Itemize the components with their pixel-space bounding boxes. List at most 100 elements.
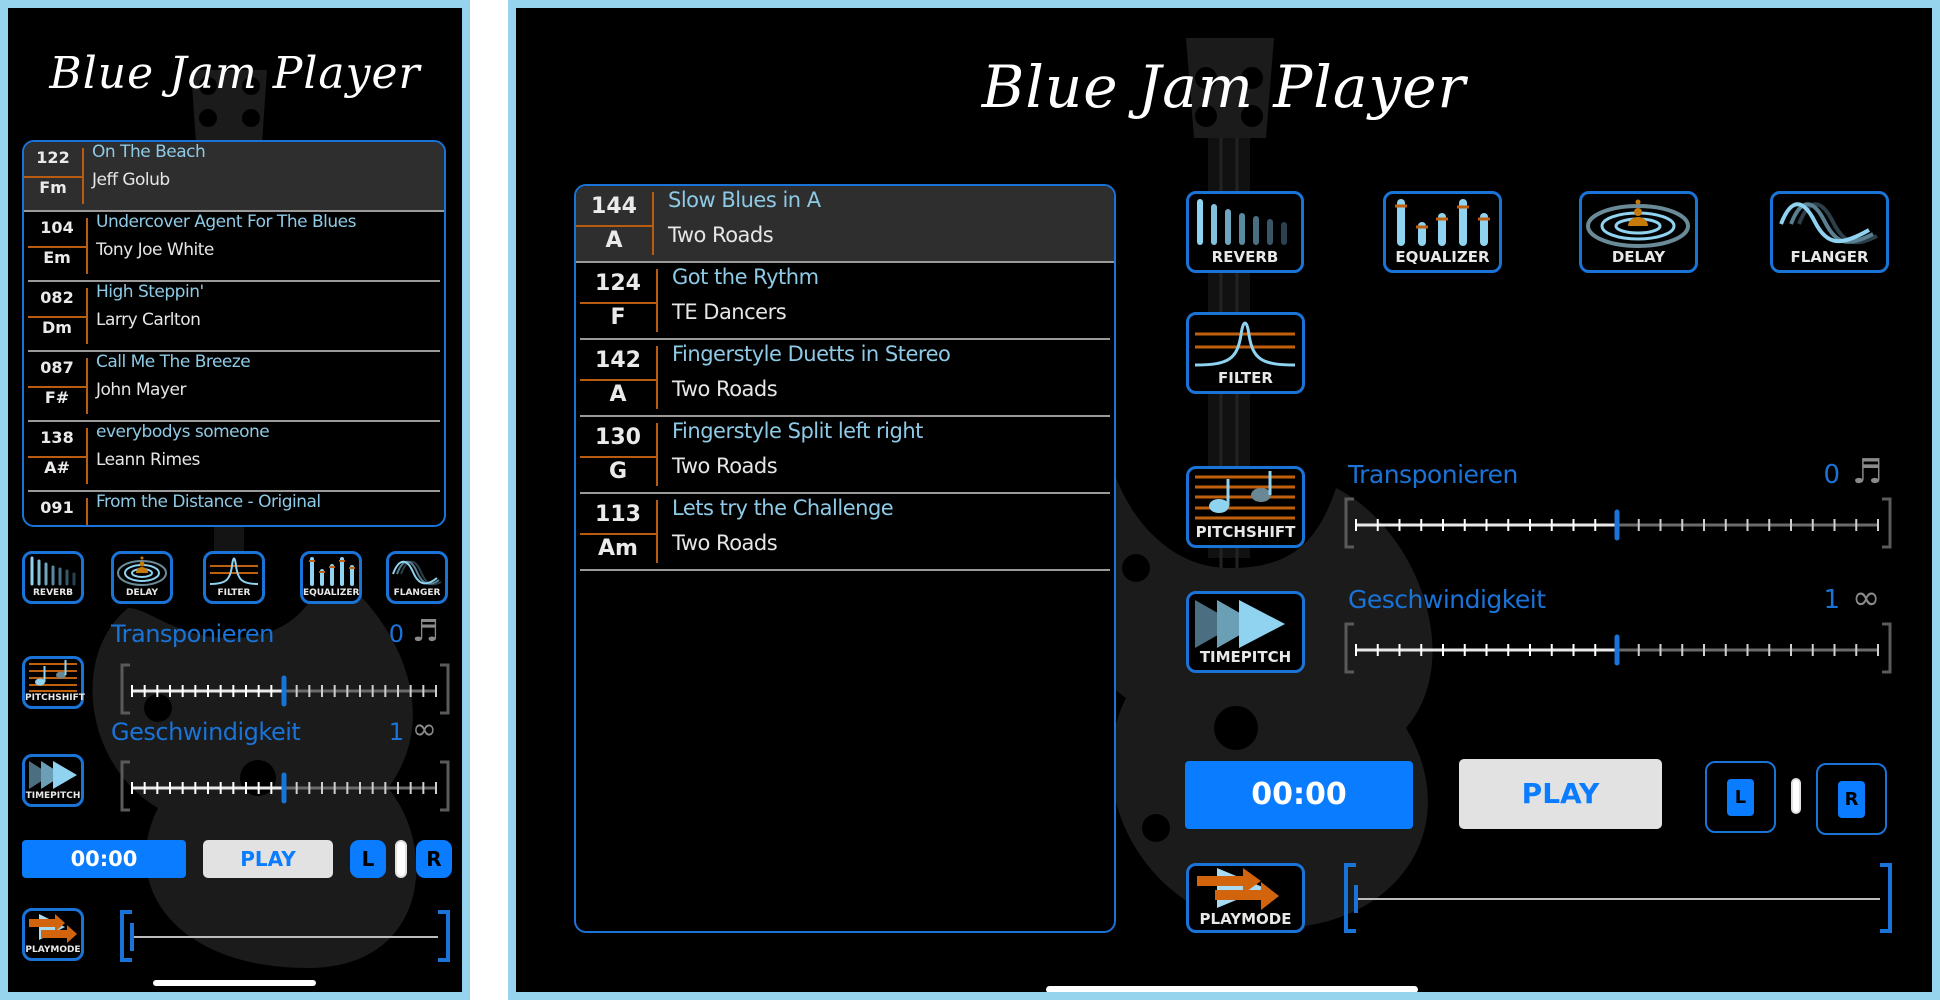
song-artist: Two Roads: [672, 377, 778, 401]
speed-label: Geschwindigkeit: [1348, 585, 1546, 614]
delay-button[interactable]: DELAY: [111, 551, 173, 604]
song-meta: 144 A: [576, 192, 654, 255]
song-row[interactable]: 142 A Fingerstyle Duetts in Stereo Two Road…: [580, 340, 1110, 417]
seek-slider[interactable]: [1342, 863, 1894, 933]
slider-bracket-right: [1882, 622, 1892, 674]
equalizer-icon: [309, 557, 355, 586]
equalizer-label: EQUALIZER: [303, 588, 360, 598]
delay-button[interactable]: DELAY: [1579, 191, 1698, 273]
speed-label: Geschwindigkeit: [111, 718, 301, 746]
timepitch-button[interactable]: TIMEPITCH: [22, 754, 84, 807]
transpose-value: 0: [388, 620, 404, 648]
song-key: G: [608, 459, 628, 484]
song-meta: 113 Am: [580, 500, 658, 563]
slider-bracket-right: [1882, 497, 1892, 549]
left-channel-button[interactable]: L: [1705, 761, 1776, 833]
song-artist: Two Roads: [672, 531, 778, 555]
timepitch-icon: [29, 761, 77, 789]
song-bpm: 144: [591, 194, 637, 219]
speed-slider[interactable]: [1342, 622, 1894, 674]
channel-toggle[interactable]: [395, 840, 407, 878]
slider-bracket-right: [440, 760, 450, 812]
song-list[interactable]: 122 Fm On The Beach Jeff Golub 104 Em Undercov…: [22, 140, 446, 527]
play-button[interactable]: PLAY: [1459, 759, 1662, 829]
reverb-label: REVERB: [1211, 248, 1279, 266]
filter-button[interactable]: FILTER: [203, 551, 265, 604]
song-meta: 104 Em: [28, 218, 88, 274]
flanger-button[interactable]: FLANGER: [386, 551, 448, 604]
song-row[interactable]: 130 G Fingerstyle Split left right Two Road…: [580, 417, 1110, 494]
song-key: Em: [43, 248, 71, 267]
time-display-button[interactable]: 00:00: [22, 840, 186, 878]
meta-divider: [580, 456, 656, 458]
seek-slider[interactable]: [118, 910, 452, 962]
channel-toggle[interactable]: [1791, 778, 1801, 814]
flanger-icon: [392, 560, 442, 586]
song-row[interactable]: 087 F# Call Me The Breeze John Mayer: [28, 352, 440, 422]
song-meta: 082 Dm: [28, 288, 88, 344]
meta-divider: [28, 526, 86, 527]
song-bpm: 124: [595, 271, 641, 296]
seek-bracket-right: [438, 910, 450, 962]
reverb-button[interactable]: REVERB: [1186, 191, 1304, 273]
song-row[interactable]: 091 From the Distance - Original: [28, 492, 440, 527]
equalizer-icon: [1395, 199, 1490, 246]
timepitch-button[interactable]: TIMEPITCH: [1186, 591, 1305, 673]
playmode-button[interactable]: PLAYMODE: [22, 908, 84, 961]
transpose-slider[interactable]: [1342, 497, 1894, 549]
song-key: Fm: [39, 178, 67, 197]
time-display-button[interactable]: 00:00: [1185, 761, 1413, 829]
slider-bracket-left: [1344, 497, 1354, 549]
song-row[interactable]: 138 A# everybodys someone Leann Rimes: [28, 422, 440, 492]
playmode-icon: [29, 914, 77, 943]
left-channel-button[interactable]: L: [350, 840, 386, 878]
song-row[interactable]: 124 F Got the Rythm TE Dancers: [580, 263, 1110, 340]
right-channel-button[interactable]: R: [416, 840, 452, 878]
song-row[interactable]: 122 Fm On The Beach Jeff Golub: [24, 142, 444, 212]
song-row[interactable]: 104 Em Undercover Agent For The Blues Tony …: [28, 212, 440, 282]
flanger-button[interactable]: FLANGER: [1770, 191, 1889, 273]
filter-icon: [209, 557, 259, 585]
slider-bracket-left: [1344, 622, 1354, 674]
meta-divider: [580, 302, 656, 304]
song-list[interactable]: 144 A Slow Blues in A Two Roads 124 F Got the …: [574, 184, 1116, 933]
home-indicator[interactable]: [153, 980, 316, 986]
app-title: Blue Jam Player: [981, 53, 1467, 121]
left-channel-label: L: [350, 840, 386, 878]
tablet-screen: Blue Jam Player 144 A Slow Blues in A Two R…: [508, 0, 1940, 1000]
speed-slider[interactable]: [118, 760, 452, 812]
song-bpm: 142: [595, 348, 641, 373]
play-button[interactable]: PLAY: [203, 840, 333, 878]
pitchshift-button[interactable]: PITCHSHIFT: [22, 656, 85, 709]
reverb-button[interactable]: REVERB: [22, 551, 84, 604]
right-channel-label: R: [1838, 781, 1865, 818]
equalizer-button[interactable]: EQUALIZER: [1383, 191, 1502, 273]
pitchshift-icon: [1195, 471, 1295, 520]
equalizer-label: EQUALIZER: [1395, 248, 1490, 266]
song-bpm: 130: [595, 425, 641, 450]
home-indicator[interactable]: [1046, 986, 1418, 992]
song-row[interactable]: 113 Am Lets try the Challenge Two Roads: [580, 494, 1110, 571]
song-artist: Leann Rimes: [96, 450, 200, 470]
pitchshift-button[interactable]: PITCHSHIFT: [1186, 466, 1305, 548]
phone-screen: Blue Jam Player 122 Fm On The Beach Jeff Go…: [0, 0, 470, 1000]
filter-button[interactable]: FILTER: [1186, 312, 1305, 394]
meta-divider: [580, 533, 656, 535]
right-channel-button[interactable]: R: [1816, 763, 1887, 835]
song-title: From the Distance - Original: [96, 492, 321, 512]
reverb-icon: [1197, 199, 1287, 245]
song-meta: 091: [28, 498, 88, 527]
equalizer-button[interactable]: EQUALIZER: [300, 551, 362, 604]
left-channel-label: L: [1727, 779, 1754, 816]
song-meta: 087 F#: [28, 358, 88, 414]
song-row[interactable]: 144 A Slow Blues in A Two Roads: [576, 186, 1114, 263]
song-key: F#: [44, 388, 70, 407]
song-row[interactable]: 082 Dm High Steppin' Larry Carlton: [28, 282, 440, 352]
song-title: Fingerstyle Duetts in Stereo: [672, 342, 951, 366]
song-meta: 138 A#: [28, 428, 88, 484]
music-note-icon: ♬: [1852, 452, 1883, 492]
song-artist: John Mayer: [96, 380, 186, 400]
playmode-button[interactable]: PLAYMODE: [1186, 863, 1305, 933]
transpose-slider[interactable]: [118, 663, 452, 715]
song-title: Fingerstyle Split left right: [672, 419, 923, 443]
